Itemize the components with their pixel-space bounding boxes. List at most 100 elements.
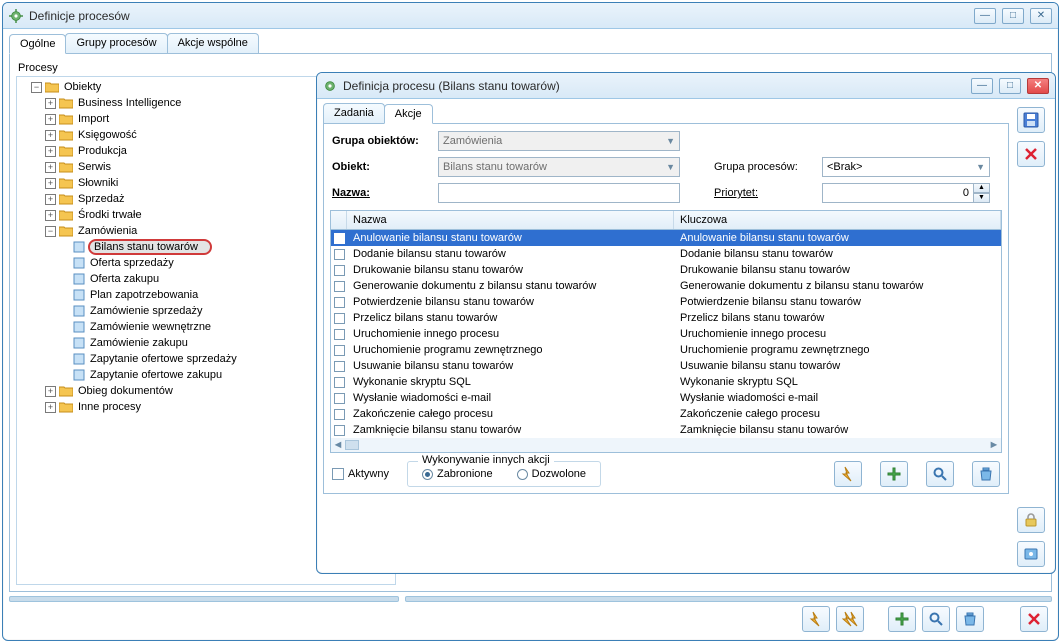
tab-zadania[interactable]: Zadania [323,103,385,123]
tab-ogolne[interactable]: Ogólne [9,34,66,54]
expander-icon[interactable]: + [45,386,56,397]
outer-maximize-button[interactable]: □ [1002,8,1024,24]
priorytet-stepper[interactable]: ▲▼ [822,183,990,203]
inner-add-button[interactable] [880,461,908,487]
tab-akcje-wspolne[interactable]: Akcje wspólne [167,33,259,53]
cancel-button[interactable] [1017,141,1045,167]
table-row[interactable]: Drukowanie bilansu stanu towarówDrukowan… [331,262,1001,278]
spin-down[interactable]: ▼ [974,193,990,203]
table-row[interactable]: Potwierdzenie bilansu stanu towarówPotwi… [331,294,1001,310]
grid-hscroll[interactable]: ◄► [331,438,1001,452]
priorytet-input[interactable] [822,183,974,203]
expander-icon[interactable]: + [45,162,56,173]
close-panel-button[interactable] [1020,606,1048,632]
tree-item[interactable]: Zapytanie ofertowe zakupu [88,369,224,381]
row-checkbox[interactable] [334,345,345,356]
grupa-procesow-combo[interactable]: <Brak>▼ [822,157,990,177]
table-row[interactable]: Uruchomienie programu zewnętrznegoUrucho… [331,342,1001,358]
row-checkbox[interactable] [334,281,345,292]
tree-item[interactable]: Zamówienie zakupu [88,337,190,349]
tree-item[interactable]: Zapytanie ofertowe sprzedaży [88,353,239,365]
spin-up[interactable]: ▲ [974,183,990,193]
table-row[interactable]: Dodanie bilansu stanu towarówDodanie bil… [331,246,1001,262]
col-nazwa[interactable]: Nazwa [347,211,674,229]
outer-minimize-button[interactable]: — [974,8,996,24]
tree-item[interactable]: Zamówienia [76,225,139,237]
inner-run-button[interactable] [834,461,862,487]
radio-zabronione[interactable]: Zabronione [422,468,493,480]
pin-button[interactable] [1017,541,1045,567]
inner-close-button[interactable]: ✕ [1027,78,1049,94]
row-checkbox[interactable] [334,249,345,260]
expander-icon[interactable]: + [45,402,56,413]
tree-item[interactable]: Oferta zakupu [88,273,161,285]
expander-icon[interactable]: + [45,114,56,125]
outer-close-button[interactable]: ✕ [1030,8,1052,24]
inner-minimize-button[interactable]: — [971,78,993,94]
table-row[interactable]: Generowanie dokumentu z bilansu stanu to… [331,278,1001,294]
radio-dozwolone[interactable]: Dozwolone [517,468,586,480]
table-row[interactable]: Zakończenie całego procesuZakończenie ca… [331,406,1001,422]
expander-icon[interactable]: + [45,178,56,189]
splitter[interactable] [9,596,1052,602]
row-checkbox[interactable] [334,393,345,404]
expander-icon[interactable]: + [45,98,56,109]
table-row[interactable]: Usuwanie bilansu stanu towarówUsuwanie b… [331,358,1001,374]
table-row[interactable]: Przelicz bilans stanu towarówPrzelicz bi… [331,310,1001,326]
row-checkbox[interactable] [334,297,345,308]
row-checkbox[interactable] [334,329,345,340]
col-kluczowa[interactable]: Kluczowa [674,211,1001,229]
tree-item[interactable]: Inne procesy [76,401,143,413]
tree-item[interactable]: Słowniki [76,177,120,189]
tree-item[interactable]: Oferta sprzedaży [88,257,176,269]
tree-item[interactable]: Bilans stanu towarów [88,239,212,255]
row-checkbox[interactable] [334,313,345,324]
row-checkbox[interactable] [334,377,345,388]
tab-grupy-procesow[interactable]: Grupy procesów [65,33,167,53]
inner-maximize-button[interactable]: □ [999,78,1021,94]
row-checkbox[interactable] [334,409,345,420]
tree-item[interactable]: Produkcja [76,145,129,157]
row-checkbox[interactable] [334,425,345,436]
table-row[interactable]: Wysłanie wiadomości e-mailWysłanie wiado… [331,390,1001,406]
actions-button[interactable] [836,606,864,632]
delete-button[interactable] [956,606,984,632]
tree-item[interactable]: Serwis [76,161,113,173]
tree-item[interactable]: Księgowość [76,129,139,141]
expander-icon[interactable]: + [45,210,56,221]
tree-root[interactable]: Obiekty [62,81,103,93]
row-checkbox[interactable] [334,233,345,244]
tree-item[interactable]: Środki trwałe [76,209,144,221]
tree-item[interactable]: Zamówienie wewnętrzne [88,321,213,333]
row-checkbox[interactable] [334,361,345,372]
table-row[interactable]: Wykonanie skryptu SQLWykonanie skryptu S… [331,374,1001,390]
cell-nazwa: Przelicz bilans stanu towarów [347,312,674,324]
run-button[interactable] [802,606,830,632]
table-row[interactable]: Zamknięcie bilansu stanu towarówZamknięc… [331,422,1001,438]
search-button[interactable] [922,606,950,632]
lock-button[interactable] [1017,507,1045,533]
expander-icon[interactable]: + [45,146,56,157]
tree-item[interactable]: Import [76,113,111,125]
cell-nazwa: Generowanie dokumentu z bilansu stanu to… [347,280,674,292]
inner-delete-button[interactable] [972,461,1000,487]
expander-icon[interactable]: + [45,130,56,141]
add-button[interactable] [888,606,916,632]
inner-search-button[interactable] [926,461,954,487]
tree-item[interactable]: Business Intelligence [76,97,183,109]
save-button[interactable] [1017,107,1045,133]
tree-item[interactable]: Sprzedaż [76,193,126,205]
tree-item[interactable]: Plan zapotrzebowania [88,289,200,301]
cell-kluczowa: Drukowanie bilansu stanu towarów [674,264,1001,276]
nazwa-input[interactable] [438,183,680,203]
tree-item[interactable]: Zamówienie sprzedaży [88,305,205,317]
aktywny-checkbox[interactable]: Aktywny [332,468,389,480]
table-row[interactable]: Anulowanie bilansu stanu towarówAnulowan… [331,230,1001,246]
table-row[interactable]: Uruchomienie innego procesuUruchomienie … [331,326,1001,342]
tab-akcje[interactable]: Akcje [384,104,433,124]
tree-item[interactable]: Obieg dokumentów [76,385,175,397]
row-checkbox[interactable] [334,265,345,276]
expander-icon[interactable]: + [45,194,56,205]
expander-icon[interactable]: − [31,82,42,93]
expander-icon[interactable]: − [45,226,56,237]
